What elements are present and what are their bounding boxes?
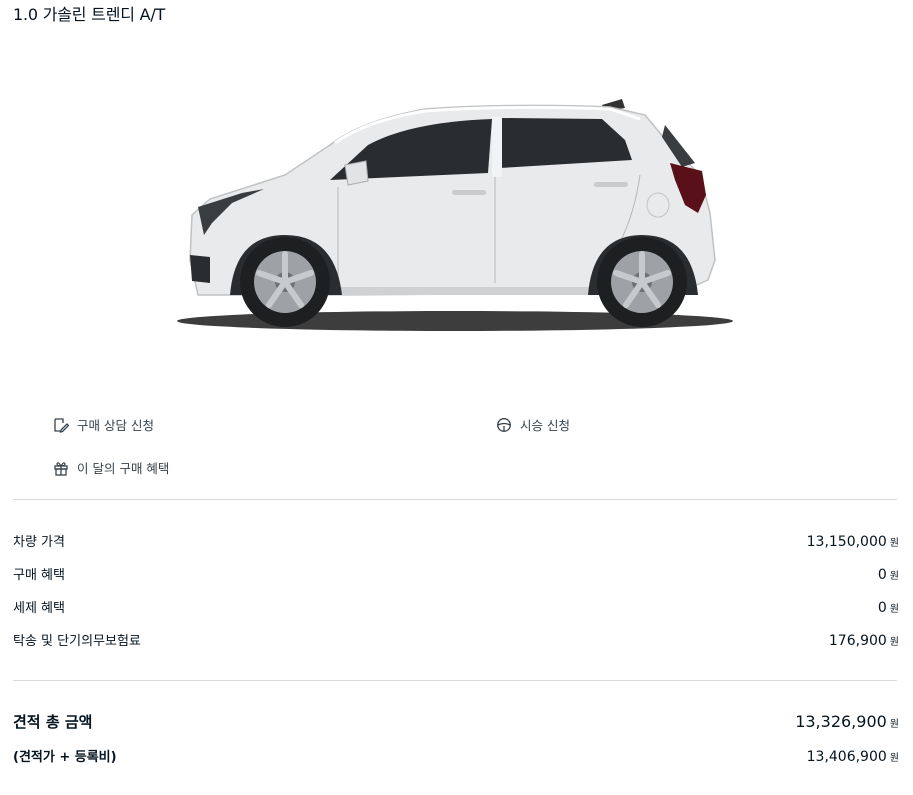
registration-total-label: (견적가 + 등록비)	[13, 750, 117, 765]
total-estimate-value: 13,326,900	[795, 712, 887, 731]
registration-total-value: 13,406,900	[806, 749, 887, 765]
test-drive-button[interactable]: 시승 신청	[496, 415, 570, 434]
price-row-value: 13,150,000	[806, 534, 887, 550]
page-title: 1.0 가솔린 트렌디 A/T	[13, 5, 166, 24]
price-row-value: 176,900	[828, 633, 887, 649]
test-drive-label: 시승 신청	[520, 418, 570, 433]
consult-request-button[interactable]: 구매 상담 신청	[53, 415, 154, 434]
currency-unit: 원	[889, 753, 899, 764]
gift-icon	[53, 460, 69, 476]
price-row-value: 0	[877, 600, 887, 616]
steering-wheel-icon	[496, 417, 512, 433]
price-row-label: 차량 가격	[13, 535, 65, 550]
currency-unit: 원	[889, 538, 899, 549]
price-row-label: 구매 혜택	[13, 568, 65, 583]
currency-unit: 원	[889, 571, 899, 582]
price-row-vehicle: 차량 가격 13,150,000 원	[13, 531, 899, 550]
price-row-label: 탁송 및 단기의무보험료	[13, 634, 141, 649]
registration-total-row: (견적가 + 등록비) 13,406,900 원	[13, 746, 899, 765]
total-estimate-label: 견적 총 금액	[13, 713, 93, 731]
price-row-delivery-insurance: 탁송 및 단기의무보험료 176,900 원	[13, 630, 899, 649]
currency-unit: 원	[889, 637, 899, 648]
monthly-benefit-label: 이 달의 구매 혜택	[77, 461, 170, 476]
price-row-tax-benefit: 세제 혜택 0원	[13, 597, 899, 616]
divider	[13, 680, 897, 681]
monthly-benefit-button[interactable]: 이 달의 구매 혜택	[53, 458, 169, 477]
price-row-label: 세제 혜택	[13, 601, 65, 616]
currency-unit: 원	[889, 604, 899, 615]
divider	[13, 499, 897, 500]
total-estimate-row: 견적 총 금액 13,326,900 원	[13, 711, 899, 732]
consult-request-label: 구매 상담 신청	[77, 418, 154, 433]
currency-unit: 원	[889, 719, 899, 730]
price-row-value: 0	[877, 567, 887, 583]
car-image	[170, 95, 740, 340]
edit-icon	[53, 417, 69, 433]
price-row-purchase-benefit: 구매 혜택 0원	[13, 564, 899, 583]
